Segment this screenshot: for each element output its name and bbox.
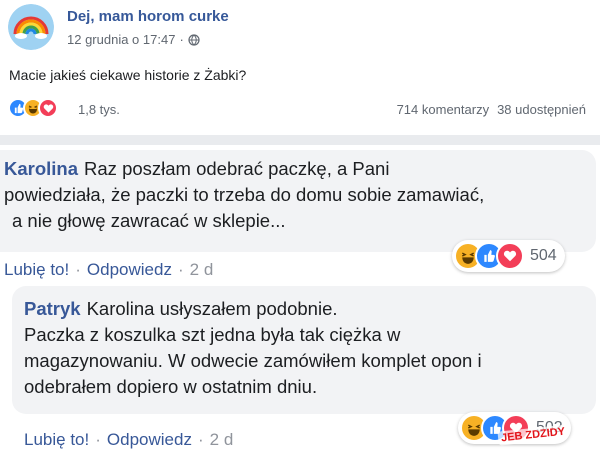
reply-time[interactable]: 2 d xyxy=(210,430,234,450)
action-separator: · xyxy=(177,260,184,279)
reply-text: Patryk Karolina usłyszałem podobnie. Pacz… xyxy=(24,296,594,400)
reply-link[interactable]: Odpowiedz xyxy=(107,430,192,450)
post: Dej, mam horom curke 12 grudnia o 17:47 … xyxy=(0,0,600,135)
reply-actions: Lubię to! · Odpowiedz · 2 d xyxy=(24,430,233,450)
post-reaction-count[interactable]: 1,8 tys. xyxy=(78,102,120,117)
post-counts: 714 komentarzy 38 udostępnień xyxy=(397,102,586,117)
reply-author[interactable]: Patryk xyxy=(24,298,81,319)
comment-line: powiedziała, że paczki to trzeba do domu… xyxy=(4,184,485,205)
reply-line: odebrałem dopiero w ostatnim dniu. xyxy=(24,376,318,397)
page-avatar[interactable] xyxy=(8,4,54,50)
section-divider xyxy=(0,135,600,145)
post-meta: 12 grudnia o 17:47 · xyxy=(67,32,200,47)
comments-count[interactable]: 714 komentarzy xyxy=(397,102,490,117)
comment-line: Karolina Raz poszłam odebrać paczkę, a Pa… xyxy=(4,156,594,182)
reply-link[interactable]: Odpowiedz xyxy=(87,260,172,280)
comment-text: Karolina Raz poszłam odebrać paczkę, a Pa… xyxy=(4,156,594,234)
reply-line-text: Karolina usłyszałem podobnie. xyxy=(86,298,338,319)
reply-line: magazynowaniu. W odwecie zamówiłem kompl… xyxy=(24,350,482,371)
comment-reaction-count: 504 xyxy=(530,247,557,264)
comment-time[interactable]: 2 d xyxy=(190,260,214,280)
action-separator: · xyxy=(95,430,101,449)
comment-reactions[interactable]: 504 xyxy=(452,240,565,272)
post-stats: 1,8 tys. 714 komentarzy 38 udostępnień xyxy=(0,94,600,122)
love-icon xyxy=(38,98,58,118)
page-name[interactable]: Dej, mam horom curke xyxy=(67,8,229,25)
comment-author[interactable]: Karolina xyxy=(4,158,78,179)
action-separator: · xyxy=(75,260,81,279)
love-icon xyxy=(496,242,524,270)
globe-icon xyxy=(188,33,200,46)
comment-line-text: Raz poszłam odebrać paczkę, a Pani xyxy=(84,158,390,179)
like-link[interactable]: Lubię to! xyxy=(4,260,69,280)
reply-line: Patryk Karolina usłyszałem podobnie. xyxy=(24,296,594,322)
shares-count[interactable]: 38 udostępnień xyxy=(497,102,586,117)
action-separator: · xyxy=(197,430,204,449)
comment-actions: Lubię to! · Odpowiedz · 2 d xyxy=(4,260,213,280)
reply-line: Paczka z koszulka szt jedna była tak cię… xyxy=(24,324,401,345)
meta-separator: · xyxy=(179,32,184,47)
like-link[interactable]: Lubię to! xyxy=(24,430,89,450)
post-text: Macie jakieś ciekawe historie z Żabki? xyxy=(9,67,247,83)
post-timestamp[interactable]: 12 grudnia o 17:47 xyxy=(67,32,175,47)
post-reactions[interactable] xyxy=(8,98,58,118)
comment-line: a nie głowę zawracać w sklepie... xyxy=(12,210,286,231)
